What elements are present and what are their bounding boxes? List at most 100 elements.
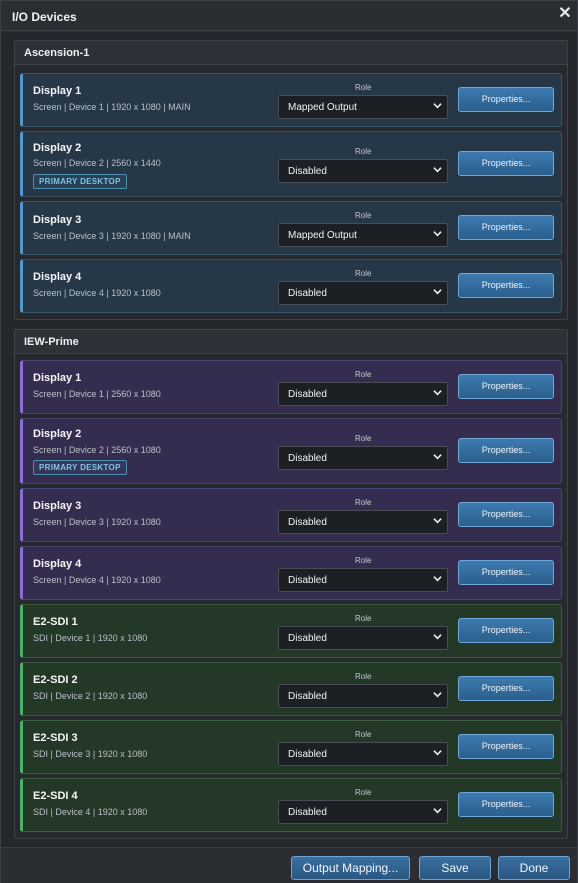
role-label: Role [355, 788, 372, 797]
group-iew-prime: IEW-Prime Display 1 Screen | Device 1 | … [14, 329, 568, 839]
device-card: E2-SDI 4 SDI | Device 4 | 1920 x 1080 Ro… [20, 778, 562, 832]
io-devices-dialog: I/O Devices ✕ Ascension-1 Display 1 Scre… [0, 0, 578, 883]
role-value: Disabled [288, 453, 327, 464]
device-info: Screen | Device 2 | 2560 x 1080 [33, 445, 161, 455]
device-list[interactable]: Ascension-1 Display 1 Screen | Device 1 … [1, 32, 577, 847]
dialog-title: I/O Devices [12, 10, 77, 24]
role-label: Role [355, 147, 372, 156]
chevron-down-icon [433, 167, 442, 173]
chevron-down-icon [433, 750, 442, 756]
dialog-footer: Output Mapping... Save Done [1, 847, 577, 883]
role-select[interactable]: Mapped Output [278, 95, 448, 119]
properties-button[interactable]: Properties... [458, 676, 554, 701]
group-header: IEW-Prime [15, 330, 567, 354]
device-name: Display 3 [33, 214, 82, 226]
role-value: Disabled [288, 807, 327, 818]
role-select[interactable]: Disabled [278, 382, 448, 406]
chevron-down-icon [433, 576, 442, 582]
role-select[interactable]: Disabled [278, 446, 448, 470]
role-label: Role [355, 269, 372, 278]
chevron-down-icon [433, 692, 442, 698]
device-info: Screen | Device 1 | 2560 x 1080 [33, 389, 161, 399]
properties-button[interactable]: Properties... [458, 560, 554, 585]
device-name: Display 2 [33, 142, 82, 154]
role-select[interactable]: Disabled [278, 800, 448, 824]
device-info: Screen | Device 2 | 2560 x 1440 [33, 158, 161, 168]
title-bar: I/O Devices ✕ [1, 1, 577, 31]
properties-button[interactable]: Properties... [458, 502, 554, 527]
role-select[interactable]: Disabled [278, 281, 448, 305]
chevron-down-icon [433, 289, 442, 295]
device-name: E2-SDI 1 [33, 616, 78, 628]
group-header: Ascension-1 [15, 41, 567, 65]
device-info: Screen | Device 3 | 1920 x 1080 | MAIN [33, 231, 191, 241]
properties-button[interactable]: Properties... [458, 273, 554, 298]
device-name: E2-SDI 2 [33, 674, 78, 686]
device-info: Screen | Device 4 | 1920 x 1080 [33, 575, 161, 585]
role-label: Role [355, 434, 372, 443]
device-card: E2-SDI 1 SDI | Device 1 | 1920 x 1080 Ro… [20, 604, 562, 658]
role-select[interactable]: Disabled [278, 626, 448, 650]
close-icon[interactable]: ✕ [557, 6, 573, 22]
device-card: Display 1 Screen | Device 1 | 2560 x 108… [20, 360, 562, 414]
device-card: Display 2 Screen | Device 2 | 2560 x 108… [20, 418, 562, 484]
done-button[interactable]: Done [498, 856, 570, 880]
output-mapping-button[interactable]: Output Mapping... [291, 856, 410, 880]
chevron-down-icon [433, 634, 442, 640]
properties-button[interactable]: Properties... [458, 374, 554, 399]
properties-button[interactable]: Properties... [458, 151, 554, 176]
role-select[interactable]: Disabled [278, 742, 448, 766]
role-value: Mapped Output [288, 230, 357, 241]
group-title: IEW-Prime [24, 336, 79, 348]
role-select[interactable]: Disabled [278, 159, 448, 183]
role-label: Role [355, 556, 372, 565]
device-name: Display 1 [33, 85, 82, 97]
chevron-down-icon [433, 390, 442, 396]
role-label: Role [355, 83, 372, 92]
device-info: Screen | Device 3 | 1920 x 1080 [33, 517, 161, 527]
properties-button[interactable]: Properties... [458, 87, 554, 112]
primary-desktop-badge: PRIMARY DESKTOP [33, 460, 127, 475]
properties-button[interactable]: Properties... [458, 618, 554, 643]
role-select[interactable]: Mapped Output [278, 223, 448, 247]
device-name: Display 2 [33, 428, 82, 440]
role-value: Disabled [288, 517, 327, 528]
chevron-down-icon [433, 808, 442, 814]
role-label: Role [355, 211, 372, 220]
group-title: Ascension-1 [24, 47, 90, 59]
role-select[interactable]: Disabled [278, 684, 448, 708]
role-value: Disabled [288, 166, 327, 177]
role-value: Disabled [288, 633, 327, 644]
save-button[interactable]: Save [419, 856, 491, 880]
device-info: SDI | Device 4 | 1920 x 1080 [33, 807, 148, 817]
role-select[interactable]: Disabled [278, 568, 448, 592]
role-value: Disabled [288, 749, 327, 760]
properties-button[interactable]: Properties... [458, 215, 554, 240]
role-value: Mapped Output [288, 102, 357, 113]
role-label: Role [355, 498, 372, 507]
chevron-down-icon [433, 231, 442, 237]
device-info: Screen | Device 4 | 1920 x 1080 [33, 288, 161, 298]
properties-button[interactable]: Properties... [458, 734, 554, 759]
device-card: Display 3 Screen | Device 3 | 1920 x 108… [20, 201, 562, 255]
device-card: E2-SDI 2 SDI | Device 2 | 1920 x 1080 Ro… [20, 662, 562, 716]
device-info: SDI | Device 2 | 1920 x 1080 [33, 691, 148, 701]
role-label: Role [355, 730, 372, 739]
role-select[interactable]: Disabled [278, 510, 448, 534]
role-label: Role [355, 370, 372, 379]
device-name: Display 1 [33, 372, 82, 384]
device-card: Display 3 Screen | Device 3 | 1920 x 108… [20, 488, 562, 542]
role-value: Disabled [288, 389, 327, 400]
chevron-down-icon [433, 103, 442, 109]
chevron-down-icon [433, 518, 442, 524]
properties-button[interactable]: Properties... [458, 792, 554, 817]
device-name: E2-SDI 3 [33, 732, 78, 744]
device-name: Display 4 [33, 558, 82, 570]
role-label: Role [355, 672, 372, 681]
role-value: Disabled [288, 691, 327, 702]
role-value: Disabled [288, 575, 327, 586]
device-card: Display 4 Screen | Device 4 | 1920 x 108… [20, 259, 562, 313]
chevron-down-icon [433, 454, 442, 460]
role-label: Role [355, 614, 372, 623]
properties-button[interactable]: Properties... [458, 438, 554, 463]
